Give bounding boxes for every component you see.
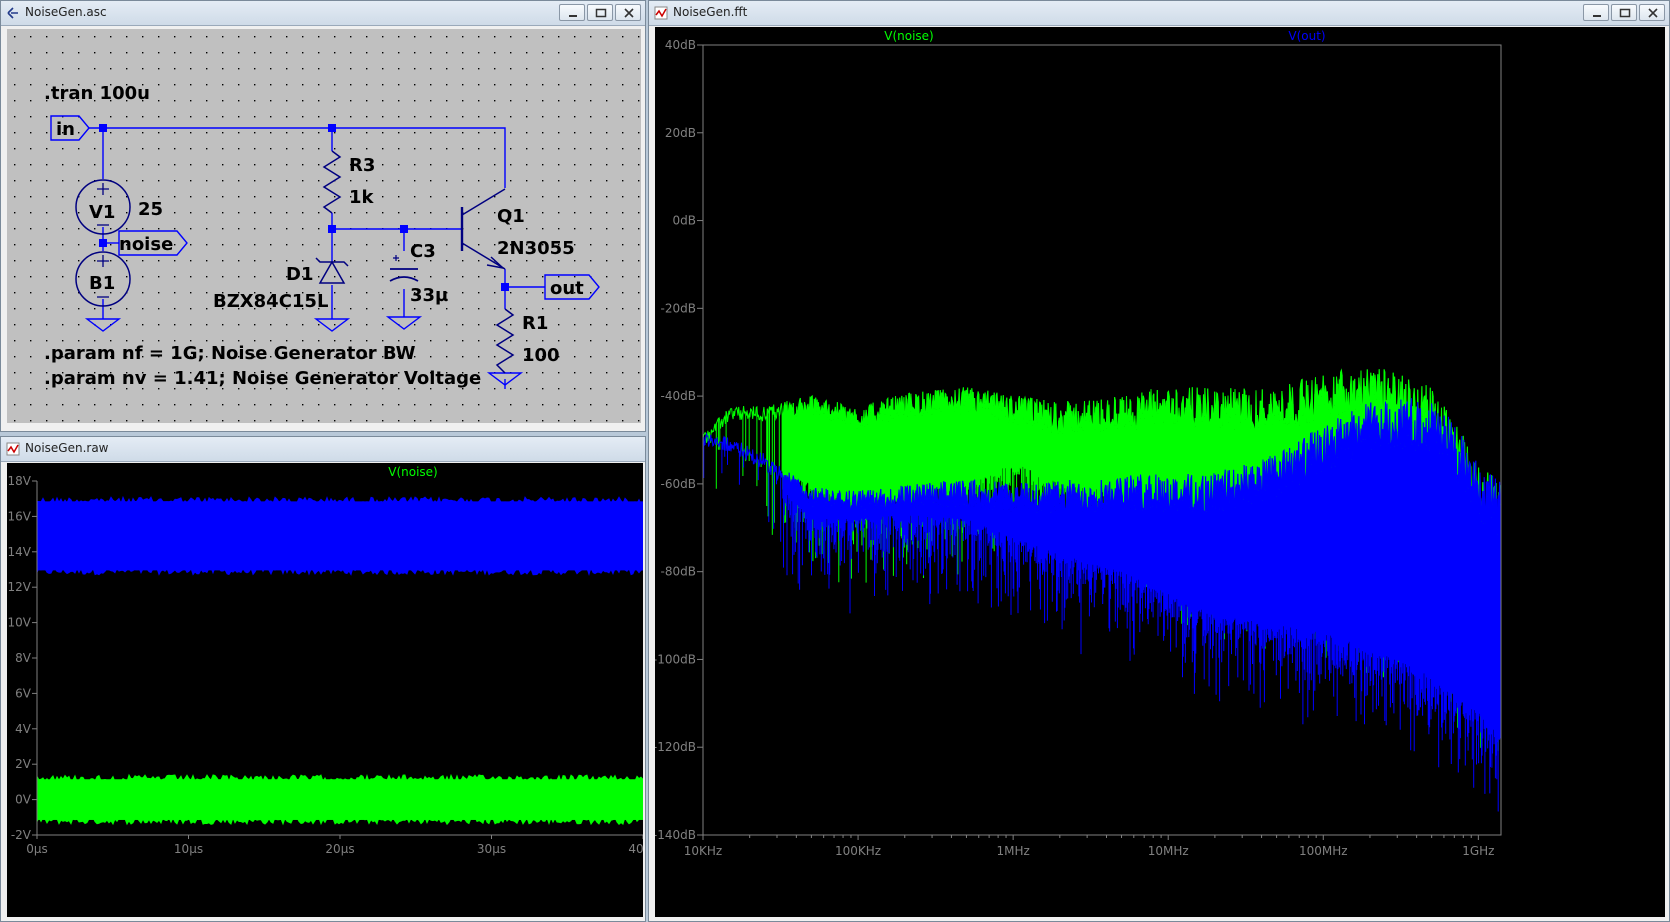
r3-value: 1k <box>349 187 375 208</box>
q1-value: 2N3055 <box>497 238 575 259</box>
b1-name: B1 <box>89 273 115 294</box>
net-noise-label: noise <box>119 234 173 255</box>
raw-titlebar[interactable]: NoiseGen.raw <box>1 437 645 462</box>
waveform-app-icon <box>654 6 668 20</box>
fft-window[interactable]: NoiseGen.fft V(noise) V(out) 40dB 20dB 0dB… <box>648 0 1670 922</box>
close-icon <box>624 8 634 18</box>
fft-titlebar[interactable]: NoiseGen.fft <box>649 1 1669 26</box>
fft-x-tick-label: 1GHz <box>1462 844 1494 858</box>
raw-y-tick-label: 6V <box>15 686 32 700</box>
net-out-label: out <box>550 278 584 299</box>
fft-trace2-label[interactable]: V(out) <box>1288 29 1325 43</box>
raw-trace-label[interactable]: V(noise) <box>388 465 438 479</box>
fft-chart[interactable]: V(noise) V(out) 40dB 20dB 0dB -20dB -40dB -60… <box>653 27 1665 917</box>
fft-y-tick-label: 40dB <box>665 38 696 52</box>
d1-value: BZX84C15L <box>213 291 328 312</box>
fft-y-tick-label: 20dB <box>665 126 696 140</box>
close-icon <box>1648 8 1658 18</box>
fft-x-tick-label: 10MHz <box>1148 844 1189 858</box>
raw-y-tick-label: 2V <box>15 757 32 771</box>
close-button[interactable] <box>1639 4 1665 21</box>
schematic-titlebar[interactable]: NoiseGen.asc <box>1 1 645 26</box>
raw-series-upper-edge <box>36 495 644 537</box>
raw-x-tick-label: 10µs <box>174 842 203 856</box>
d1-name: D1 <box>286 264 313 285</box>
raw-traces <box>36 495 644 826</box>
fft-y-tick-label: -120dB <box>655 740 696 754</box>
fft-x-tick-label: 100KHz <box>835 844 881 858</box>
maximize-button[interactable] <box>587 4 613 21</box>
fft-x-tick-label: 100MHz <box>1299 844 1348 858</box>
minimize-icon <box>1593 15 1601 17</box>
tran-directive[interactable]: .tran 100u <box>44 83 150 104</box>
raw-y-tick-label: 18V <box>8 474 32 488</box>
fft-y-tick-label: -80dB <box>661 565 696 579</box>
raw-window-title: NoiseGen.raw <box>25 441 109 455</box>
fft-x-tick-label: 10KHz <box>684 844 722 858</box>
close-button[interactable] <box>615 4 641 21</box>
maximize-button[interactable] <box>1611 4 1637 21</box>
v1-name: V1 <box>89 202 115 223</box>
r1-value: 100 <box>522 345 560 366</box>
r3-name: R3 <box>349 155 375 176</box>
c3-name: C3 <box>410 241 436 262</box>
schematic-canvas[interactable]: in noise out V1 25 B1 R3 1k D1 BZX84C15L… <box>7 29 641 423</box>
maximize-icon <box>595 8 607 18</box>
raw-y-tick-label: 0V <box>15 793 32 807</box>
fft-y-tick-label: -140dB <box>655 828 696 842</box>
schematic-window[interactable]: NoiseGen.asc in noise out V1 25 B1 R3 1k… <box>0 0 646 432</box>
q1-name: Q1 <box>497 206 525 227</box>
maximize-icon <box>1619 8 1631 18</box>
raw-x-tick-label: 0µs <box>26 842 48 856</box>
param-nv-directive[interactable]: .param nv = 1.41; Noise Generator Voltag… <box>44 368 481 389</box>
raw-y-tick-label: 14V <box>8 545 32 559</box>
raw-series-1 <box>36 773 644 826</box>
r1-name: R1 <box>522 313 548 334</box>
schematic-app-icon <box>7 7 18 19</box>
fft-y-tick-label: -40dB <box>661 389 696 403</box>
raw-y-tick-label: 4V <box>15 722 32 736</box>
minimize-icon <box>569 15 577 17</box>
raw-x-tick-label: 20µs <box>325 842 354 856</box>
fft-plot-area[interactable]: V(noise) V(out) 40dB 20dB 0dB -20dB -40dB -60… <box>653 27 1665 917</box>
fft-trace1-label[interactable]: V(noise) <box>884 29 934 43</box>
transient-chart[interactable]: V(noise) 18V 16V 14V 12V 10V 8V 6V 4V 2V 0V -2V0µs… <box>7 463 645 917</box>
fft-y-tick-label: -100dB <box>655 652 696 666</box>
waveform-app-icon <box>6 442 20 456</box>
raw-y-tick-label: 10V <box>8 616 32 630</box>
schematic-window-title: NoiseGen.asc <box>25 5 107 19</box>
raw-y-tick-label: 16V <box>8 509 32 523</box>
raw-series-0 <box>36 495 644 577</box>
raw-y-tick-label: 8V <box>15 651 32 665</box>
raw-y-tick-label: -2V <box>11 828 32 842</box>
raw-plot-area[interactable]: V(noise) 18V 16V 14V 12V 10V 8V 6V 4V 2V 0V -2V 0µs… <box>7 463 645 917</box>
raw-series-lower-edge <box>36 799 644 826</box>
fft-x-tick-label: 1MHz <box>996 844 1029 858</box>
fft-y-tick-label: -20dB <box>661 301 696 315</box>
fft-traces <box>702 368 1501 812</box>
fft-y-tick-label: 0dB <box>673 214 696 228</box>
minimize-button[interactable] <box>559 4 585 21</box>
schematic-drawing[interactable]: in noise out V1 25 B1 R3 1k D1 BZX84C15L… <box>7 29 641 423</box>
raw-x-tick-label: 40µs <box>628 842 643 856</box>
fft-window-title: NoiseGen.fft <box>673 5 748 19</box>
c3-value: 33µ <box>410 285 448 306</box>
raw-series-upper-edge <box>36 773 644 800</box>
minimize-button[interactable] <box>1583 4 1609 21</box>
v1-value: 25 <box>138 199 163 220</box>
param-nf-directive[interactable]: .param nf = 1G; Noise Generator BW <box>44 343 416 364</box>
raw-window[interactable]: NoiseGen.raw V(noise) 18V 16V 14V 12V 10V 8V 6… <box>0 436 646 922</box>
raw-x-tick-label: 30µs <box>477 842 506 856</box>
raw-series-lower-edge <box>36 535 644 577</box>
raw-y-tick-label: 12V <box>8 580 32 594</box>
net-in-label: in <box>56 119 75 140</box>
fft-y-tick-label: -60dB <box>661 477 696 491</box>
